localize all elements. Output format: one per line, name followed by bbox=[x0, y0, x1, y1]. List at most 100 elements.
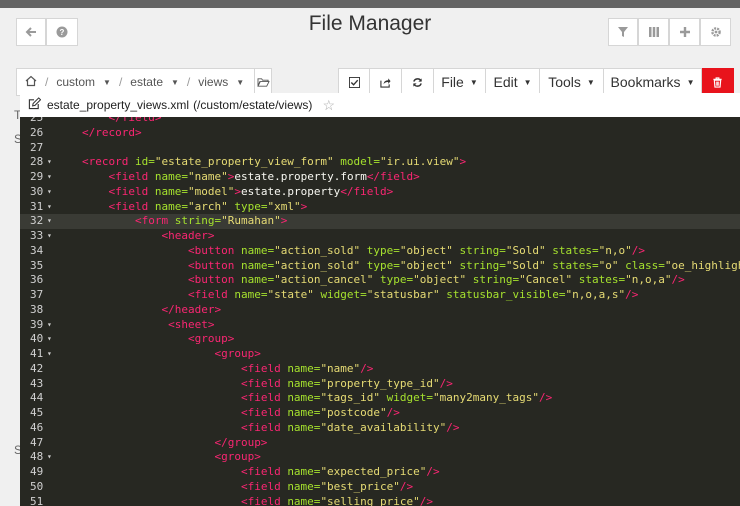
fold-toggle-icon[interactable]: ▾ bbox=[47, 170, 52, 185]
add-button[interactable] bbox=[669, 18, 700, 46]
code-token: string= bbox=[472, 273, 520, 287]
code-token: /> bbox=[419, 494, 434, 506]
code-line[interactable]: 30 ▾ <field name="model">estate.property<… bbox=[20, 185, 740, 200]
fold-toggle-icon[interactable]: ▾ bbox=[47, 332, 52, 347]
code-line[interactable]: 36 <button name="action_cancel" type="ob… bbox=[20, 273, 740, 288]
line-number: 51 bbox=[30, 494, 44, 506]
select-all-button[interactable] bbox=[338, 68, 370, 96]
fold-toggle-icon[interactable]: ▾ bbox=[47, 229, 52, 244]
code-token: > bbox=[280, 214, 288, 228]
code-line[interactable]: 42 <field name="name"/> bbox=[20, 362, 740, 377]
code-token: name= bbox=[234, 288, 268, 301]
code-line[interactable]: 47 </group> bbox=[20, 436, 740, 451]
chevron-down-icon[interactable]: ▼ bbox=[103, 78, 111, 87]
code-line[interactable]: 29 ▾ <field name="name">estate.property.f… bbox=[20, 170, 740, 185]
code-token: <field bbox=[240, 361, 288, 375]
code-line[interactable]: 48 ▾ <group> bbox=[20, 450, 740, 465]
filter-button[interactable] bbox=[608, 18, 638, 46]
code-line[interactable]: 41 ▾ <group> bbox=[20, 347, 740, 362]
code-token: states= bbox=[552, 258, 599, 272]
code-token: name= bbox=[287, 479, 321, 493]
columns-button[interactable] bbox=[638, 18, 669, 46]
columns-icon bbox=[648, 27, 659, 37]
fold-toggle-icon[interactable]: ▾ bbox=[47, 214, 52, 229]
code-token: "expected_price" bbox=[320, 465, 427, 478]
fold-toggle-icon[interactable]: ▾ bbox=[47, 318, 52, 333]
code-token: "tags_id" bbox=[320, 391, 387, 405]
code-token: "arch" bbox=[187, 199, 235, 213]
open-folder-button[interactable] bbox=[254, 69, 271, 95]
code-token: > bbox=[459, 155, 467, 169]
editor-header: estate_property_views.xml (/custom/estat… bbox=[20, 93, 740, 117]
code-token: <header> bbox=[161, 229, 215, 242]
refresh-icon bbox=[413, 77, 422, 87]
code-line[interactable]: 46 <field name="date_availability"/> bbox=[20, 421, 740, 436]
fold-toggle-icon[interactable]: ▾ bbox=[47, 347, 52, 362]
code-line[interactable]: 38 </header> bbox=[20, 303, 740, 318]
home-icon[interactable] bbox=[25, 75, 37, 90]
code-token: <group> bbox=[214, 347, 261, 360]
code-token: <field bbox=[108, 184, 155, 198]
code-token: </field> bbox=[340, 184, 394, 198]
code-line[interactable]: 45 <field name="postcode"/> bbox=[20, 406, 740, 421]
caret-down-icon: ▼ bbox=[686, 77, 695, 87]
code-line[interactable]: 44 <field name="tags_id" widget="many2ma… bbox=[20, 391, 740, 406]
code-line[interactable]: 43 <field name="property_type_id"/> bbox=[20, 377, 740, 392]
settings-button[interactable] bbox=[700, 18, 731, 46]
code-line[interactable]: 50 <field name="best_price"/> bbox=[20, 480, 740, 495]
code-editor[interactable]: 25 </field> 26 </record> 27 28 ▾ <record id="e… bbox=[20, 117, 740, 506]
code-token: > bbox=[234, 184, 241, 198]
code-line[interactable]: 28 ▾ <record id="estate_property_view_form… bbox=[20, 155, 740, 170]
tools-menu[interactable]: Tools ▼ bbox=[540, 68, 604, 96]
edit-menu[interactable]: Edit ▼ bbox=[486, 68, 540, 96]
fold-toggle-icon[interactable]: ▾ bbox=[47, 185, 52, 200]
breadcrumb-item-custom[interactable]: custom bbox=[56, 75, 95, 89]
filter-icon bbox=[618, 27, 628, 37]
file-menu[interactable]: File ▼ bbox=[434, 68, 486, 96]
code-token: "object" bbox=[413, 273, 473, 287]
code-line[interactable]: 40 ▾ <group> bbox=[20, 332, 740, 347]
code-line[interactable]: 35 <button name="action_sold" type="obje… bbox=[20, 259, 740, 274]
code-line[interactable]: 34 <button name="action_sold" type="obje… bbox=[20, 244, 740, 259]
code-line[interactable]: 49 <field name="expected_price"/> bbox=[20, 465, 740, 480]
chevron-down-icon[interactable]: ▼ bbox=[171, 78, 179, 87]
breadcrumb-item-views[interactable]: views bbox=[198, 75, 228, 89]
code-token: name= bbox=[287, 391, 321, 405]
code-line[interactable]: 25 </field> bbox=[20, 117, 740, 126]
line-number: 44 bbox=[30, 391, 44, 405]
bookmarks-menu[interactable]: Bookmarks ▼ bbox=[604, 68, 702, 96]
line-number: 31 bbox=[30, 199, 44, 213]
code-token: "xml" bbox=[267, 199, 301, 213]
code-token: string= bbox=[174, 214, 222, 228]
code-text: <form string="Rumahan"> bbox=[82, 214, 287, 229]
refresh-button[interactable] bbox=[402, 68, 434, 96]
code-token: widget= bbox=[320, 288, 367, 301]
code-token: "name" bbox=[187, 170, 228, 183]
code-line[interactable]: 33 ▾ <header> bbox=[20, 229, 740, 244]
code-line[interactable]: 26 </record> bbox=[20, 126, 740, 141]
breadcrumb-item-estate[interactable]: estate bbox=[130, 75, 163, 89]
share-button[interactable] bbox=[370, 68, 402, 96]
line-number: 30 bbox=[30, 184, 44, 198]
code-line[interactable]: 31 ▾ <field name="arch" type="xml"> bbox=[20, 200, 740, 215]
code-token: "best_price" bbox=[320, 479, 400, 493]
code-line[interactable]: 27 bbox=[20, 141, 740, 156]
code-text: <group> bbox=[82, 332, 234, 347]
fold-toggle-icon[interactable]: ▾ bbox=[47, 155, 52, 170]
chevron-down-icon[interactable]: ▼ bbox=[236, 78, 244, 87]
code-line[interactable]: 51 <field name="selling_price"/> bbox=[20, 495, 740, 506]
code-line[interactable]: 37 <field name="state" widget="statusbar… bbox=[20, 288, 740, 303]
delete-button[interactable] bbox=[702, 68, 734, 96]
code-text: <field name="postcode"/> bbox=[82, 406, 400, 421]
fold-toggle-icon[interactable]: ▾ bbox=[47, 200, 52, 215]
line-number: 41 bbox=[30, 347, 44, 360]
code-token: /> bbox=[446, 420, 460, 434]
code-line[interactable]: 39 ▾ <sheet> bbox=[20, 318, 740, 333]
fold-toggle-icon[interactable]: ▾ bbox=[47, 450, 52, 465]
star-icon[interactable]: ☆ bbox=[322, 97, 335, 114]
code-token: "action_sold" bbox=[274, 258, 367, 272]
line-number: 39 bbox=[30, 317, 44, 331]
code-text: <button name="action_cancel" type="objec… bbox=[82, 273, 685, 288]
code-line[interactable]: 32 ▾ <form string="Rumahan"> bbox=[20, 214, 740, 229]
code-token: id= bbox=[134, 155, 155, 169]
